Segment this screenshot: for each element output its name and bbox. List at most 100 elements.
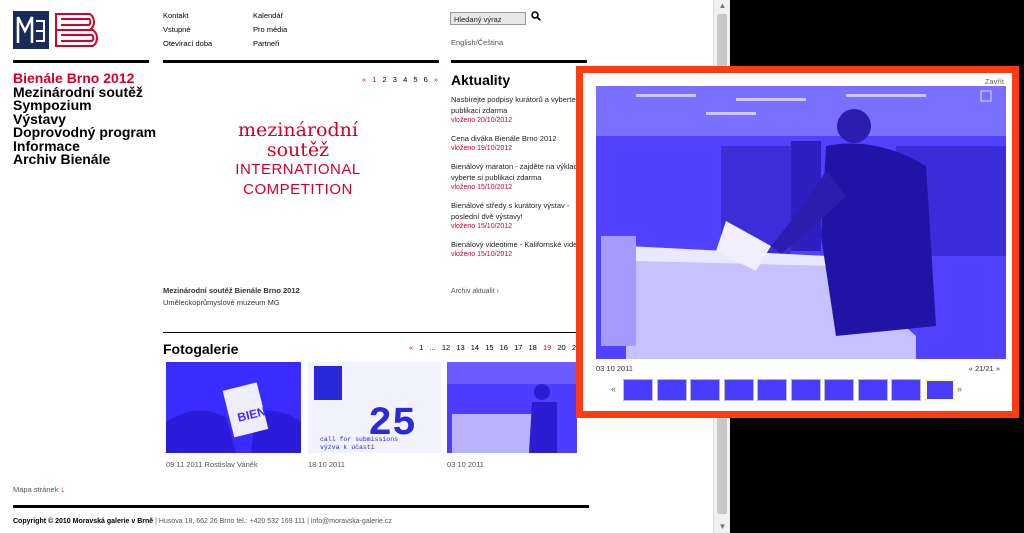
slider-next[interactable]: » (434, 75, 438, 84)
lightbox-counter-value: 21/21 (974, 364, 994, 373)
divider (451, 60, 587, 63)
lightbox: Zavřít 03 10 2011 « 21/21 » « » (576, 66, 1019, 418)
gallery-prev[interactable]: « (409, 343, 413, 352)
news-title: Aktuality (451, 72, 511, 88)
moravska-galerie-logo[interactable] (13, 11, 109, 49)
lightbox-thumb[interactable] (623, 379, 653, 401)
gallery-ellipsis: ... (429, 343, 436, 352)
lightbox-thumb[interactable] (924, 379, 955, 401)
news-date: vloženo 20/10/2012 (451, 117, 513, 124)
nav-archiv-bienale[interactable]: Archiv Bienále (13, 152, 158, 167)
gallery-page[interactable]: 19 (543, 343, 551, 352)
poster-image: 25 call for submissions výzva k účasti (308, 362, 441, 453)
lightbox-thumb[interactable] (757, 379, 787, 401)
lightbox-thumb[interactable] (891, 379, 921, 401)
gallery-page[interactable]: 16 (500, 343, 508, 352)
gallery-page[interactable]: 1 (419, 343, 423, 352)
footer-contact: | Husova 18, 662 26 Brno tel.: +420 532 … (153, 518, 392, 525)
gallery-page[interactable]: 15 (485, 343, 493, 352)
news-archive-label: Archiv aktualit (451, 288, 495, 295)
topnav-pro-media[interactable]: Pro média (253, 25, 287, 34)
scroll-down-icon[interactable]: ▼ (714, 521, 731, 533)
news-date: vloženo 15/10/2012 (451, 223, 513, 230)
slider-pager: « 1 2 3 4 5 6 » (362, 75, 442, 84)
news-item[interactable]: Cena diváka Bienále Brno 2012 vloženo 19… (451, 133, 591, 154)
gallery-thumb[interactable]: BIEN (166, 362, 301, 453)
news-item[interactable]: Bienálové středy s kurátory výstav - pos… (451, 200, 591, 232)
slider-prev[interactable]: « (362, 75, 366, 84)
language-switch[interactable]: English/Čeština (451, 38, 503, 47)
slider-page[interactable]: 2 (383, 75, 387, 84)
gallery-page[interactable]: 20 (557, 343, 565, 352)
slider-page[interactable]: 6 (424, 75, 428, 84)
lightbox-photo[interactable] (596, 86, 1006, 359)
gallery-page[interactable]: 17 (514, 343, 522, 352)
news-date: vloženo 15/10/2012 (451, 251, 513, 258)
chevron-right-icon: › (496, 288, 499, 295)
news-date: vloženo 15/10/2012 (451, 184, 513, 191)
scroll-up-icon[interactable]: ▲ (714, 0, 731, 12)
gallery-title: Fotogalerie (163, 341, 239, 357)
gallery-page[interactable]: 18 (529, 343, 537, 352)
strip-prev-icon[interactable]: « (611, 384, 616, 394)
sitemap-link[interactable]: Mapa stránek ↓ (13, 484, 65, 494)
strip-next-icon[interactable]: » (957, 384, 962, 394)
news-item[interactable]: Bienálový videotime - Kalifornské video … (451, 239, 591, 260)
news-text[interactable]: Bienálové středy s kurátory výstav - pos… (451, 200, 591, 222)
topnav-oteviraci-doba[interactable]: Otevírací doba (163, 39, 212, 48)
slider-caption-place: Uměleckoprůmyslové muzeum MG (163, 298, 280, 307)
sitemap-label: Mapa stránek (13, 485, 59, 494)
lightbox-next[interactable]: » (996, 364, 1000, 373)
divider (163, 60, 439, 63)
gallery-page[interactable]: 13 (456, 343, 464, 352)
arrow-down-icon: ↓ (60, 484, 66, 494)
printing-press-image (447, 362, 577, 453)
lightbox-thumb[interactable] (824, 379, 854, 401)
poster-text: výzva k účasti (320, 444, 375, 451)
lightbox-thumb[interactable] (656, 379, 687, 401)
slider-banner[interactable]: mezinárodní soutěž INTERNATIONAL COMPETI… (163, 120, 433, 200)
slider-page[interactable]: 4 (403, 75, 407, 84)
slider-caption-title[interactable]: Mezinárodní soutěž Bienále Brno 2012 (163, 286, 300, 295)
lightbox-thumb[interactable] (690, 379, 720, 401)
gallery-caption: 18 10 2011 (308, 460, 345, 469)
banner-title: soutěž (266, 139, 330, 161)
gallery-caption: 09 11 2011 Rostislav Vaněk (166, 460, 258, 469)
gallery-pager: « 1 ... 12 13 14 15 16 17 18 19 20 21 (409, 343, 584, 352)
gallery-thumb[interactable]: 25 call for submissions výzva k účasti (308, 362, 441, 453)
lightbox-thumb[interactable] (857, 379, 888, 401)
slider-page[interactable]: 5 (413, 75, 417, 84)
main-nav: Bienále Brno 2012 Mezinárodní soutěž Sym… (13, 71, 158, 167)
topnav-vstupne[interactable]: Vstupné (163, 25, 191, 34)
topnav-kalendar[interactable]: Kalendář (253, 11, 283, 20)
slider-page[interactable]: 1 (372, 75, 376, 84)
lightbox-thumb[interactable] (790, 379, 821, 401)
poster-text: call for submissions (320, 436, 398, 443)
printing-press-photo (596, 86, 1006, 359)
news-item[interactable]: Bienálový maraton - zajděte na výklady a… (451, 161, 591, 193)
news-text[interactable]: Nasbírejte podpisy kurátorů a vyberte si… (451, 94, 591, 116)
news-text[interactable]: Bienálový videotime - Kalifornské video (451, 239, 591, 250)
news-date: vloženo 19/10/2012 (451, 145, 513, 152)
footer: Copyright © 2010 Moravská galerie v Brně… (13, 518, 392, 525)
lightbox-counter: « 21/21 » (969, 364, 1000, 373)
search-icon[interactable] (531, 11, 541, 21)
lightbox-thumb[interactable] (723, 379, 754, 401)
lightbox-date: 03 10 2011 (596, 364, 633, 373)
topnav-kontakt[interactable]: Kontakt (163, 11, 188, 20)
gallery-thumb[interactable] (447, 362, 577, 453)
lightbox-close-button[interactable]: Zavřít (985, 77, 1004, 86)
news-text[interactable]: Bienálový maraton - zajděte na výklady a… (451, 161, 591, 183)
slider-page[interactable]: 3 (393, 75, 397, 84)
news-archive-link[interactable]: Archiv aktualit › (451, 288, 499, 295)
search-input[interactable]: Hledaný výraz (450, 12, 526, 25)
divider (13, 60, 149, 63)
gallery-page[interactable]: 12 (442, 343, 450, 352)
topnav-partneri[interactable]: Partneři (253, 39, 279, 48)
lightbox-prev[interactable]: « (969, 364, 973, 373)
banner-title: mezinárodní (238, 119, 358, 141)
divider (13, 505, 589, 508)
news-text[interactable]: Cena diváka Bienále Brno 2012 (451, 133, 591, 144)
gallery-page[interactable]: 14 (471, 343, 479, 352)
news-item[interactable]: Nasbírejte podpisy kurátorů a vyberte si… (451, 94, 591, 126)
